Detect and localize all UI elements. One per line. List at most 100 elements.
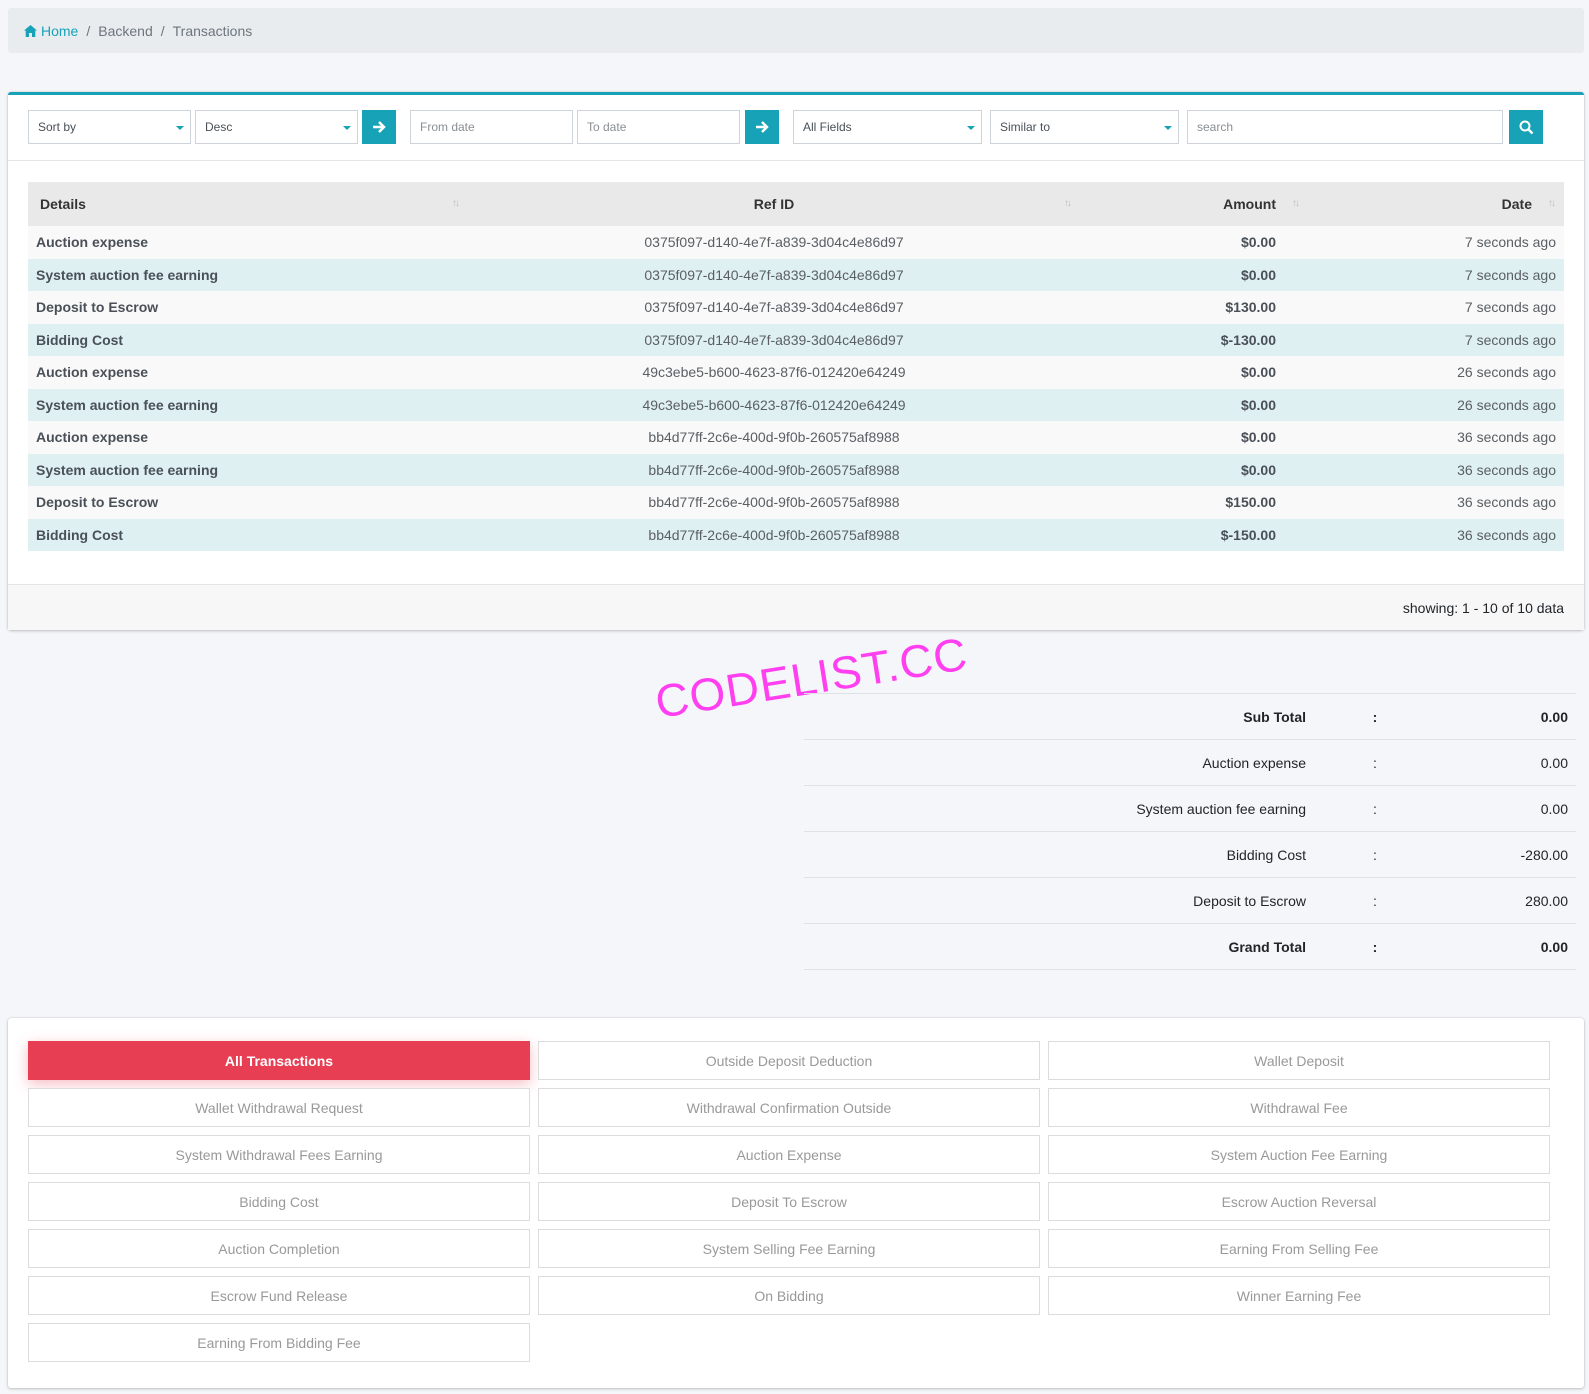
cell-amount: $-130.00 bbox=[1220, 331, 1276, 348]
match-value: Similar to bbox=[1000, 120, 1051, 134]
cell-date: 7 seconds ago bbox=[1464, 299, 1556, 316]
transaction-type-button[interactable]: Winner Earning Fee bbox=[1048, 1276, 1550, 1315]
transaction-type-button[interactable]: Escrow Fund Release bbox=[28, 1276, 530, 1315]
order-select[interactable]: Desc bbox=[195, 110, 358, 144]
cell-date: 36 seconds ago bbox=[1457, 526, 1556, 543]
cell-amount: $0.00 bbox=[1240, 429, 1276, 446]
summary-row: Grand Total:0.00 bbox=[804, 923, 1576, 970]
transactions-card: Sort by Desc From date To date All Field… bbox=[8, 92, 1584, 630]
chevron-down-icon bbox=[1164, 126, 1172, 130]
cell-details: Deposit to Escrow bbox=[36, 494, 159, 511]
transaction-type-button[interactable]: System Auction Fee Earning bbox=[1048, 1135, 1550, 1174]
cell-amount: $0.00 bbox=[1240, 461, 1276, 478]
arrow-right-icon bbox=[373, 121, 386, 133]
to-date-input[interactable]: To date bbox=[577, 110, 740, 144]
column-header-amount[interactable]: Amount ↑↓ bbox=[1080, 182, 1308, 226]
table-row: Auction expense 0375f097-d140-4e7f-a839-3… bbox=[28, 226, 1564, 259]
cell-details: Bidding Cost bbox=[36, 331, 124, 348]
cell-ref-id: 0375f097-d140-4e7f-a839-3d04c4e86d97 bbox=[644, 234, 904, 251]
table-row: Bidding Cost bb4d77ff-2c6e-400d-9f0b-2605… bbox=[28, 518, 1564, 551]
summary-value: 280.00 bbox=[1444, 877, 1576, 924]
transaction-type-button[interactable]: Withdrawal Confirmation Outside bbox=[538, 1088, 1040, 1127]
cell-details: Bidding Cost bbox=[36, 526, 124, 543]
summary-row: Auction expense:0.00 bbox=[804, 739, 1576, 786]
transaction-type-button[interactable]: Earning From Selling Fee bbox=[1048, 1229, 1550, 1268]
summary-row: Deposit to Escrow:280.00 bbox=[804, 877, 1576, 924]
table-row: System auction fee earning 49c3ebe5-b600-… bbox=[28, 388, 1564, 421]
transaction-type-button[interactable]: All Transactions bbox=[28, 1041, 530, 1080]
sort-icon: ↑↓ bbox=[452, 198, 460, 209]
summary-colon: : bbox=[1306, 831, 1444, 878]
field-value: All Fields bbox=[803, 120, 852, 134]
cell-details: System auction fee earning bbox=[36, 461, 219, 478]
apply-sort-button[interactable] bbox=[362, 110, 396, 144]
summary-label: Auction expense bbox=[804, 739, 1306, 786]
cell-amount: $0.00 bbox=[1240, 266, 1276, 283]
cell-amount: $130.00 bbox=[1225, 299, 1276, 316]
transaction-type-button[interactable]: System Withdrawal Fees Earning bbox=[28, 1135, 530, 1174]
search-button[interactable] bbox=[1509, 110, 1543, 144]
cell-amount: $-150.00 bbox=[1220, 526, 1276, 543]
match-select[interactable]: Similar to bbox=[990, 110, 1179, 144]
column-header-date[interactable]: Date ↑↓ bbox=[1308, 182, 1564, 226]
apply-date-button[interactable] bbox=[745, 110, 779, 144]
table-row: Deposit to Escrow bb4d77ff-2c6e-400d-9f0b… bbox=[28, 486, 1564, 519]
summary-value: 0.00 bbox=[1444, 923, 1576, 970]
sort-by-select[interactable]: Sort by bbox=[28, 110, 191, 144]
transaction-type-button[interactable]: Withdrawal Fee bbox=[1048, 1088, 1550, 1127]
sort-icon: ↑↓ bbox=[1292, 198, 1300, 209]
table-row: Auction expense bb4d77ff-2c6e-400d-9f0b-2… bbox=[28, 421, 1564, 454]
summary-colon: : bbox=[1306, 877, 1444, 924]
transaction-type-card: All Transactions Outside Deposit Deductio… bbox=[8, 1018, 1584, 1388]
transaction-type-button[interactable]: On Bidding bbox=[538, 1276, 1040, 1315]
transaction-type-button[interactable]: Wallet Deposit bbox=[1048, 1041, 1550, 1080]
breadcrumb-home-link[interactable]: Home bbox=[24, 23, 78, 39]
transaction-type-button[interactable]: Earning From Bidding Fee bbox=[28, 1323, 530, 1362]
transaction-type-button[interactable]: Outside Deposit Deduction bbox=[538, 1041, 1040, 1080]
cell-ref-id: bb4d77ff-2c6e-400d-9f0b-260575af8988 bbox=[648, 429, 900, 446]
breadcrumb-home-label: Home bbox=[41, 22, 79, 39]
transaction-type-button[interactable]: System Selling Fee Earning bbox=[538, 1229, 1040, 1268]
transaction-type-button[interactable]: Wallet Withdrawal Request bbox=[28, 1088, 530, 1127]
cell-date: 36 seconds ago bbox=[1457, 494, 1556, 511]
breadcrumb-current: Transactions bbox=[172, 22, 253, 39]
summary-row: System auction fee earning:0.00 bbox=[804, 785, 1576, 832]
cell-amount: $150.00 bbox=[1225, 494, 1276, 511]
summary-colon: : bbox=[1306, 923, 1444, 970]
summary-colon: : bbox=[1306, 693, 1444, 740]
home-icon bbox=[24, 24, 37, 37]
table-row: System auction fee earning 0375f097-d140-… bbox=[28, 258, 1564, 291]
cell-amount: $0.00 bbox=[1240, 234, 1276, 251]
filter-bar: Sort by Desc From date To date All Field… bbox=[8, 95, 1584, 161]
summary-label: System auction fee earning bbox=[804, 785, 1306, 832]
search-input[interactable]: search bbox=[1187, 110, 1503, 144]
field-select[interactable]: All Fields bbox=[793, 110, 982, 144]
cell-ref-id: 0375f097-d140-4e7f-a839-3d04c4e86d97 bbox=[644, 299, 904, 316]
transactions-table: Details ↑↓ Ref ID ↑↓ Amount ↑↓ Date ↑↓ Aucti… bbox=[28, 182, 1564, 551]
breadcrumb: Home / Backend / Transactions bbox=[8, 8, 1584, 53]
cell-ref-id: bb4d77ff-2c6e-400d-9f0b-260575af8988 bbox=[648, 494, 900, 511]
breadcrumb-separator: / bbox=[160, 22, 165, 39]
order-value: Desc bbox=[205, 120, 233, 134]
search-placeholder: search bbox=[1197, 120, 1234, 134]
transaction-type-button[interactable]: Deposit To Escrow bbox=[538, 1182, 1040, 1221]
column-header-ref-id[interactable]: Ref ID ↑↓ bbox=[468, 182, 1080, 226]
cell-details: System auction fee earning bbox=[36, 266, 219, 283]
summary-colon: : bbox=[1306, 739, 1444, 786]
cell-amount: $0.00 bbox=[1240, 364, 1276, 381]
cell-date: 36 seconds ago bbox=[1457, 461, 1556, 478]
from-date-input[interactable]: From date bbox=[410, 110, 573, 144]
breadcrumb-backend[interactable]: Backend bbox=[98, 23, 152, 39]
transaction-type-button[interactable]: Auction Expense bbox=[538, 1135, 1040, 1174]
cell-date: 26 seconds ago bbox=[1457, 396, 1556, 413]
cell-ref-id: bb4d77ff-2c6e-400d-9f0b-260575af8988 bbox=[648, 461, 900, 478]
table-row: Deposit to Escrow 0375f097-d140-4e7f-a839… bbox=[28, 291, 1564, 324]
cell-date: 7 seconds ago bbox=[1464, 266, 1556, 283]
column-header-details[interactable]: Details ↑↓ bbox=[28, 182, 468, 226]
transaction-type-button[interactable]: Bidding Cost bbox=[28, 1182, 530, 1221]
cell-details: Auction expense bbox=[36, 429, 149, 446]
transaction-type-button[interactable]: Escrow Auction Reversal bbox=[1048, 1182, 1550, 1221]
transaction-type-button[interactable]: Auction Completion bbox=[28, 1229, 530, 1268]
sort-icon: ↑↓ bbox=[1548, 198, 1556, 209]
cell-ref-id: 49c3ebe5-b600-4623-87f6-012420e64249 bbox=[642, 364, 906, 381]
